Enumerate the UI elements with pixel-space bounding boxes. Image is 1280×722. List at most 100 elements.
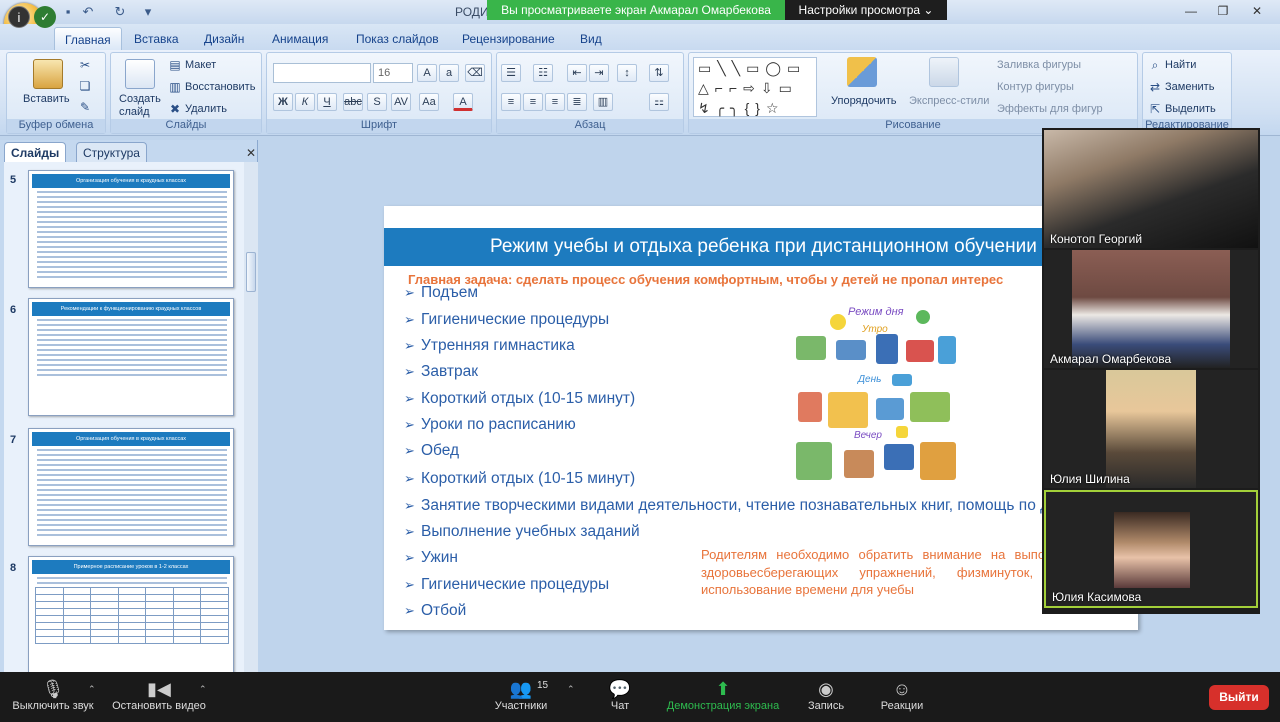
new-slide-button[interactable]: Создать слайд xyxy=(119,93,163,119)
info-icon[interactable]: i xyxy=(8,6,30,28)
view-options-button[interactable]: Настройки просмотра ⌄ xyxy=(785,0,947,20)
columns-icon[interactable]: ▥ xyxy=(593,93,613,111)
record-button[interactable]: ◉ Запись xyxy=(800,672,852,722)
stop-video-button[interactable]: ▮◀ Остановить видео xyxy=(108,672,210,722)
indent-increase-icon[interactable]: ⇥ xyxy=(589,64,609,82)
delete-button[interactable]: Удалить xyxy=(185,103,227,115)
share-screen-button[interactable]: ⬆ Демонстрация экрана xyxy=(660,672,786,722)
quick-styles-icon[interactable] xyxy=(929,57,959,87)
arrange-icon[interactable] xyxy=(847,57,877,87)
align-center-icon[interactable]: ≡ xyxy=(523,93,543,111)
thumbnail-number: 8 xyxy=(10,562,17,574)
microphone-icon: 🎙 xyxy=(41,679,65,699)
spacing-icon[interactable]: AV xyxy=(391,93,411,111)
strikethrough-icon[interactable]: abc xyxy=(343,93,363,111)
new-slide-icon[interactable] xyxy=(125,59,155,89)
participant-tile[interactable]: Акмарал Омарбекова xyxy=(1044,250,1258,368)
paste-icon[interactable] xyxy=(33,59,63,89)
align-right-icon[interactable]: ≡ xyxy=(545,93,565,111)
bullet-item: ➢ Завтрак xyxy=(404,363,478,380)
line-spacing-icon[interactable]: ↕ xyxy=(617,64,637,82)
scrollbar-thumb[interactable] xyxy=(246,252,256,292)
font-name-combo[interactable] xyxy=(273,63,371,83)
clear-format-icon[interactable]: ⌫ xyxy=(465,64,485,82)
font-size-combo[interactable]: 16 xyxy=(373,63,413,83)
bullets-icon[interactable]: ☰ xyxy=(501,64,521,82)
cut-icon[interactable]: ✂ xyxy=(77,57,93,73)
save-icon[interactable]: ▪ xyxy=(60,4,76,20)
slide-thumbnail-5[interactable]: Организация обучения в краудных классах xyxy=(28,170,234,288)
shadow-icon[interactable]: S xyxy=(367,93,387,111)
layout-button[interactable]: Макет xyxy=(185,59,216,71)
reset-button[interactable]: Восстановить xyxy=(185,81,255,93)
bullet-item: ➢ Подъем xyxy=(404,284,479,301)
tab-outline[interactable]: Структура xyxy=(76,142,147,162)
shape-outline-button[interactable]: Контур фигуры xyxy=(997,81,1074,93)
share-banner: Вы просматриваете экран Акмарал Омарбеко… xyxy=(487,0,785,20)
align-left-icon[interactable]: ≡ xyxy=(501,93,521,111)
text-direction-icon[interactable]: ⇅ xyxy=(649,64,669,82)
font-color-icon[interactable]: A xyxy=(453,93,473,111)
tab-insert[interactable]: Вставка xyxy=(134,32,179,46)
case-icon[interactable]: Aa xyxy=(419,93,439,111)
participant-tile[interactable]: Конотоп Георгий xyxy=(1044,130,1258,248)
tab-design[interactable]: Дизайн xyxy=(204,32,244,46)
format-painter-icon[interactable]: ✎ xyxy=(77,99,93,115)
chevron-up-icon[interactable]: ⌃ xyxy=(88,684,96,695)
justify-icon[interactable]: ≣ xyxy=(567,93,587,111)
participant-video xyxy=(1114,512,1190,588)
indent-decrease-icon[interactable]: ⇤ xyxy=(567,64,587,82)
reactions-label: Реакции xyxy=(880,700,924,712)
quick-styles-button[interactable]: Экспресс-стили xyxy=(909,95,989,107)
shapes-gallery[interactable]: ▭╲╲▭◯▭ △⌐⌐⇨⇩▭ ↯╭╮{}☆ xyxy=(693,57,817,117)
tab-slides[interactable]: Слайды xyxy=(4,142,67,162)
reactions-button[interactable]: ☺ Реакции xyxy=(874,672,930,722)
redo-icon[interactable]: ↻ xyxy=(112,4,128,20)
chevron-up-icon[interactable]: ⌃ xyxy=(567,684,575,695)
restore-icon[interactable]: ❐ xyxy=(1212,2,1234,20)
participant-tile[interactable]: Юлия Шилина xyxy=(1044,370,1258,488)
find-button[interactable]: Найти xyxy=(1165,59,1196,71)
smartart-icon[interactable]: ⚏ xyxy=(649,93,669,111)
paste-button[interactable]: Вставить xyxy=(23,93,70,105)
security-shield-icon[interactable]: ✓ xyxy=(34,6,56,28)
copy-icon[interactable]: ❏ xyxy=(77,78,93,94)
grow-font-icon[interactable]: A xyxy=(417,64,437,82)
clover-icon xyxy=(916,310,930,324)
arrange-button[interactable]: Упорядочить xyxy=(831,95,896,107)
share-screen-label: Демонстрация экрана xyxy=(666,700,780,712)
find-icon: ⌕ xyxy=(1151,58,1159,72)
close-icon[interactable]: ✕ xyxy=(246,146,256,160)
tab-view[interactable]: Вид xyxy=(580,32,602,46)
bold-icon[interactable]: Ж xyxy=(273,93,293,111)
close-icon[interactable]: ✕ xyxy=(1246,2,1268,20)
participant-tile[interactable]: Юлия Касимова xyxy=(1044,490,1258,608)
shape-effects-button[interactable]: Эффекты для фигур xyxy=(997,103,1103,115)
slide-thumbnail-6[interactable]: Рекомендации к функционированию краудных… xyxy=(28,298,234,416)
undo-icon[interactable]: ↶ xyxy=(80,4,96,20)
tab-review[interactable]: Рецензирование xyxy=(462,32,555,46)
mute-button[interactable]: 🎙 Выключить звук xyxy=(6,672,100,722)
underline-icon[interactable]: Ч xyxy=(317,93,337,111)
numbering-icon[interactable]: ☷ xyxy=(533,64,553,82)
italic-icon[interactable]: К xyxy=(295,93,315,111)
chevron-up-icon[interactable]: ⌃ xyxy=(199,684,207,695)
minimize-icon[interactable]: — xyxy=(1180,2,1202,20)
thumbnails-scrollbar[interactable] xyxy=(244,162,258,672)
slide-thumbnail-8[interactable]: Примерное расписание уроков в 1-2 класса… xyxy=(28,556,234,672)
tab-animation[interactable]: Анимация xyxy=(272,32,328,46)
replace-button[interactable]: Заменить xyxy=(1165,81,1214,93)
select-button[interactable]: Выделить xyxy=(1165,103,1216,115)
thumbnail-number: 5 xyxy=(10,174,17,186)
leave-button[interactable]: Выйти xyxy=(1209,685,1269,710)
shrink-font-icon[interactable]: a xyxy=(439,64,459,82)
current-slide[interactable]: Режим учебы и отдыха ребенка при дистанц… xyxy=(384,206,1138,630)
chat-button[interactable]: 💬 Чат xyxy=(600,672,640,722)
qat-dropdown-icon[interactable]: ▾ xyxy=(140,4,156,20)
slide-thumbnail-7[interactable]: Организация обучения в краудных классах xyxy=(28,428,234,546)
morning-picture xyxy=(906,340,934,362)
tab-home[interactable]: Главная xyxy=(54,27,122,50)
participant-name: Юлия Касимова xyxy=(1052,590,1142,604)
tab-slideshow[interactable]: Показ слайдов xyxy=(356,32,439,46)
shape-fill-button[interactable]: Заливка фигуры xyxy=(997,59,1081,71)
